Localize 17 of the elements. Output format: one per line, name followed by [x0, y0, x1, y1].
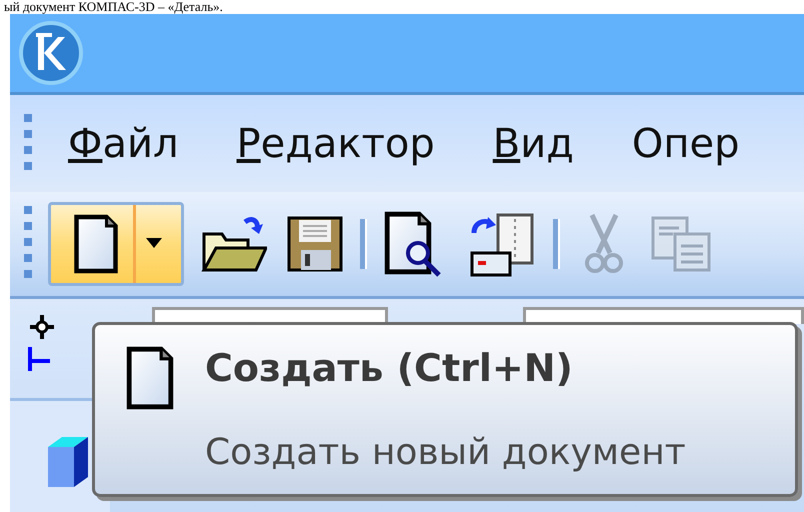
tooltip-description: Создать новый документ: [205, 432, 687, 473]
document-icon: [125, 346, 175, 410]
toolbar-separator: [553, 219, 560, 269]
app-logo-icon: [18, 20, 84, 86]
menu-item[interactable]: Редактор: [236, 120, 435, 166]
toolbar-separator: [360, 219, 367, 269]
scissors-icon: [584, 213, 624, 275]
caption-text: ый документ КОМПАС-3D – «Деталь».: [3, 0, 224, 14]
menu-item[interactable]: Файл: [68, 120, 179, 166]
folder-icon: [201, 214, 267, 274]
new-document-button[interactable]: [48, 202, 184, 286]
document-transfer-icon: [470, 211, 536, 277]
menu-item[interactable]: Опер: [632, 120, 740, 166]
menu-item[interactable]: Вид: [492, 120, 574, 166]
tooltip-title: Создать (Ctrl+N): [205, 346, 574, 392]
dropdown-arrow-icon[interactable]: [146, 238, 162, 250]
copy-icon: [651, 216, 711, 272]
